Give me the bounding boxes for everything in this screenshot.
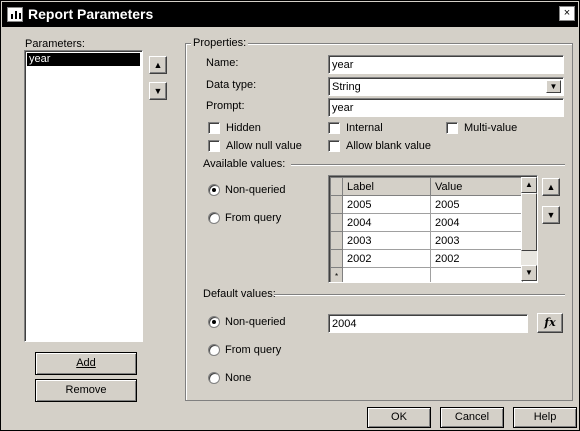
- default-fromquery-label: From query: [225, 344, 282, 356]
- default-values-label: Default values:: [203, 288, 276, 300]
- column-header-label[interactable]: Label: [342, 177, 431, 196]
- add-button[interactable]: Add: [35, 352, 137, 375]
- hidden-checkbox[interactable]: [208, 122, 220, 134]
- scroll-up-icon[interactable]: ▲: [521, 177, 537, 193]
- table-cell[interactable]: 2005: [342, 195, 431, 214]
- window-title: Report Parameters: [28, 6, 154, 22]
- chevron-down-icon[interactable]: ▼: [546, 80, 561, 93]
- add-button-label: Add: [76, 357, 96, 369]
- remove-button[interactable]: Remove: [35, 379, 137, 402]
- function-icon: fx: [544, 316, 556, 329]
- available-fromquery-label: From query: [225, 212, 282, 224]
- new-row-marker: *: [330, 267, 343, 282]
- grid-corner: [330, 177, 343, 196]
- allow-blank-checkbox[interactable]: [328, 140, 340, 152]
- datatype-value: String: [332, 81, 361, 93]
- allow-blank-checkbox-label: Allow blank value: [346, 140, 431, 152]
- row-down-arrow-icon[interactable]: ▼: [542, 206, 560, 224]
- remove-button-label: Remove: [65, 384, 107, 396]
- scroll-thumb[interactable]: [521, 193, 537, 251]
- table-row[interactable]: 2005 2005: [330, 195, 523, 214]
- internal-checkbox[interactable]: [328, 122, 340, 134]
- multi-value-checkbox-label: Multi-value: [464, 122, 518, 134]
- name-input[interactable]: year: [328, 55, 564, 74]
- table-row[interactable]: 2003 2003: [330, 231, 523, 250]
- datatype-label: Data type:: [206, 79, 257, 91]
- allow-null-checkbox[interactable]: [208, 140, 220, 152]
- new-row[interactable]: *: [330, 267, 523, 282]
- report-parameters-dialog: Report Parameters × Parameters: year ▲ ▼…: [0, 0, 580, 431]
- table-cell[interactable]: 2003: [342, 231, 431, 250]
- default-nonqueried-radio[interactable]: [208, 316, 220, 328]
- available-values-grid[interactable]: Label Value 2005 2005 2004 2004 2003 200…: [328, 175, 538, 283]
- hidden-checkbox-label: Hidden: [226, 122, 261, 134]
- grid-vertical-scrollbar[interactable]: ▲ ▼: [521, 177, 537, 281]
- parameters-label: Parameters:: [25, 38, 85, 50]
- allow-null-checkbox-label: Allow null value: [226, 140, 302, 152]
- help-button[interactable]: Help: [513, 407, 577, 428]
- available-fromquery-radio[interactable]: [208, 212, 220, 224]
- default-nonqueried-label: Non-queried: [225, 316, 286, 328]
- move-up-arrow-icon[interactable]: ▲: [149, 56, 167, 74]
- table-row[interactable]: 2002 2002: [330, 249, 523, 268]
- row-up-arrow-icon[interactable]: ▲: [542, 178, 560, 196]
- default-none-radio[interactable]: [208, 372, 220, 384]
- table-cell[interactable]: 2003: [430, 231, 523, 250]
- table-cell[interactable]: 2002: [430, 249, 523, 268]
- column-header-value[interactable]: Value: [430, 177, 523, 196]
- available-nonqueried-radio[interactable]: [208, 184, 220, 196]
- table-cell[interactable]: 2005: [430, 195, 523, 214]
- available-values-separator: [291, 164, 565, 166]
- table-row[interactable]: 2004 2004: [330, 213, 523, 232]
- table-cell[interactable]: 2004: [430, 213, 523, 232]
- title-bar[interactable]: Report Parameters ×: [2, 2, 578, 27]
- scroll-down-icon[interactable]: ▼: [521, 265, 537, 281]
- available-nonqueried-label: Non-queried: [225, 184, 286, 196]
- default-fromquery-radio[interactable]: [208, 344, 220, 356]
- table-cell[interactable]: 2004: [342, 213, 431, 232]
- prompt-label: Prompt:: [206, 100, 245, 112]
- available-values-table: Label Value 2005 2005 2004 2004 2003 200…: [330, 177, 523, 282]
- internal-checkbox-label: Internal: [346, 122, 383, 134]
- ok-button[interactable]: OK: [367, 407, 431, 428]
- default-values-separator: [274, 294, 565, 296]
- expression-fx-button[interactable]: fx: [537, 313, 563, 333]
- available-values-label: Available values:: [203, 158, 286, 170]
- default-none-label: None: [225, 372, 252, 384]
- app-icon: [7, 7, 23, 22]
- parameters-listbox[interactable]: year: [24, 50, 143, 342]
- table-cell[interactable]: 2002: [342, 249, 431, 268]
- cancel-button[interactable]: Cancel: [440, 407, 504, 428]
- parameter-item-year[interactable]: year: [27, 53, 140, 66]
- prompt-input[interactable]: year: [328, 98, 564, 117]
- name-label: Name:: [206, 57, 239, 69]
- multi-value-checkbox[interactable]: [446, 122, 458, 134]
- properties-group-label: Properties:: [191, 37, 249, 49]
- grid-header-row: Label Value: [330, 177, 523, 196]
- move-down-arrow-icon[interactable]: ▼: [149, 82, 167, 100]
- close-icon[interactable]: ×: [559, 6, 575, 21]
- default-value-input[interactable]: 2004: [328, 314, 528, 333]
- datatype-select[interactable]: String ▼: [328, 77, 564, 96]
